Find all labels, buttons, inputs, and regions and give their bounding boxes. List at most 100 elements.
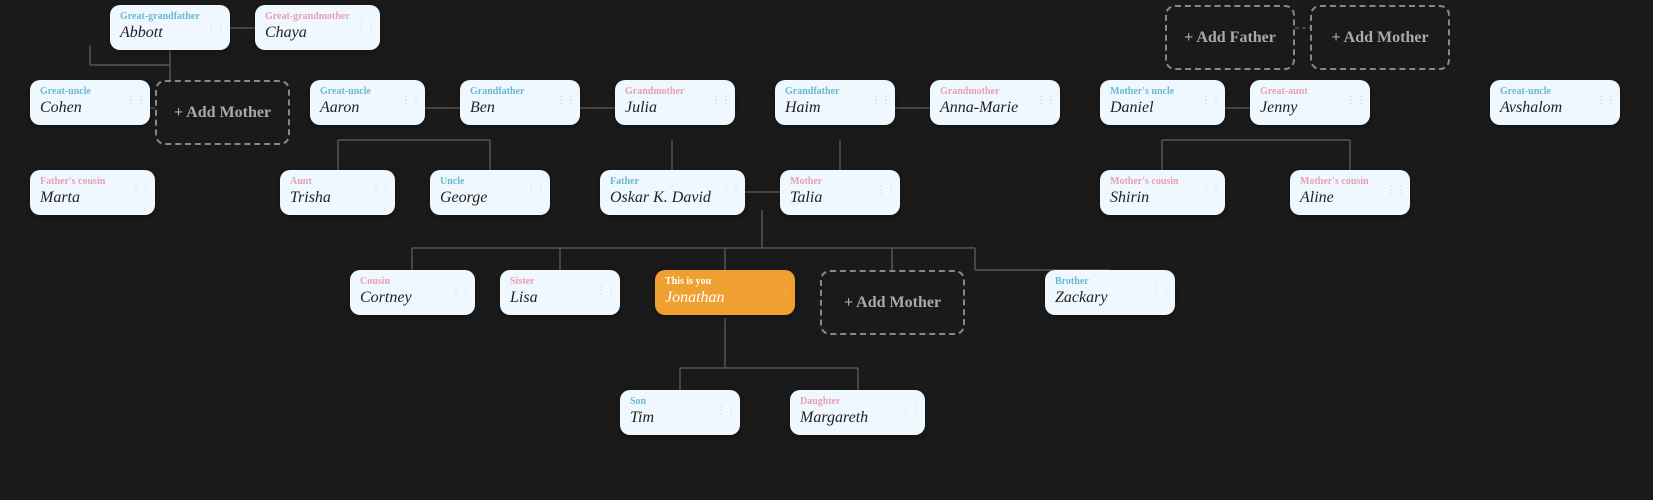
drag-handle-icon[interactable]: ⋮⋮ [1201, 94, 1221, 111]
drag-handle-icon[interactable]: ⋮⋮ [1346, 94, 1366, 111]
node-name: Jonathan [665, 289, 785, 307]
node-daniel[interactable]: Mother's uncleDaniel⋮⋮ [1100, 80, 1225, 125]
drag-handle-icon[interactable]: ⋮⋮ [451, 284, 471, 301]
node-julia[interactable]: Grandmother Julia⋮⋮ [615, 80, 735, 125]
drag-handle-icon[interactable]: ⋮⋮ [716, 404, 736, 421]
add-label: + Add Father [1184, 29, 1276, 47]
node-jenny[interactable]: Great-aunt Jenny⋮⋮ [1250, 80, 1370, 125]
node-role: Daughter [800, 396, 915, 407]
drag-handle-icon[interactable]: ⋮⋮ [126, 94, 146, 111]
node-role: Father [610, 176, 735, 187]
node-role: This is you [665, 276, 785, 287]
node-oskar[interactable]: Father Oskar K. David⋮⋮ [600, 170, 745, 215]
drag-handle-icon[interactable]: ⋮⋮ [1201, 184, 1221, 201]
drag-handle-icon[interactable]: ⋮⋮ [1386, 184, 1406, 201]
node-role: Cousin [360, 276, 465, 287]
node-role: Mother [790, 176, 890, 187]
node-role: Mother's cousin [1300, 176, 1400, 187]
node-name: Tim [630, 409, 730, 427]
drag-handle-icon[interactable]: ⋮⋮ [131, 184, 151, 201]
node-avshalom[interactable]: Great-uncle Avshalom⋮⋮ [1490, 80, 1620, 125]
drag-handle-icon[interactable]: ⋮⋮ [371, 184, 391, 201]
node-trisha[interactable]: AuntTrisha⋮⋮ [280, 170, 395, 215]
drag-handle-icon[interactable]: ⋮⋮ [771, 284, 791, 301]
node-jonathan[interactable]: This is you Jonathan⋮⋮ [655, 270, 795, 315]
node-margareth[interactable]: Daughter Margareth⋮⋮ [790, 390, 925, 435]
node-role: Great-grandfather [120, 11, 220, 22]
node-chaya[interactable]: Great-grandmother Chaya⋮⋮ [255, 5, 380, 50]
node-role: Grandmother [940, 86, 1050, 97]
node-lisa[interactable]: Sister Lisa⋮⋮ [500, 270, 620, 315]
node-anna-marie[interactable]: Grandmother Anna-Marie⋮⋮ [930, 80, 1060, 125]
drag-handle-icon[interactable]: ⋮⋮ [401, 94, 421, 111]
node-abbott[interactable]: Great-grandfather Abbott⋮⋮ [110, 5, 230, 50]
node-role: Sister [510, 276, 610, 287]
node-role: Grandfather [785, 86, 885, 97]
node-role: Brother [1055, 276, 1165, 287]
node-name: Cohen [40, 99, 140, 117]
drag-handle-icon[interactable]: ⋮⋮ [1151, 284, 1171, 301]
add-node-add-mother-3[interactable]: + Add Mother [820, 270, 965, 335]
node-name: Haim [785, 99, 885, 117]
drag-handle-icon[interactable]: ⋮⋮ [1596, 94, 1616, 111]
node-name: Lisa [510, 289, 610, 307]
node-name: Talia [790, 189, 890, 207]
node-zackary[interactable]: Brother Zackary⋮⋮ [1045, 270, 1175, 315]
node-name: Shirin [1110, 189, 1215, 207]
node-role: Mother's uncle [1110, 86, 1215, 97]
node-cortney[interactable]: Cousin Cortney⋮⋮ [350, 270, 475, 315]
add-node-add-mother-2[interactable]: + Add Mother [155, 80, 290, 145]
drag-handle-icon[interactable]: ⋮⋮ [356, 19, 376, 36]
drag-handle-icon[interactable]: ⋮⋮ [901, 404, 921, 421]
node-shirin[interactable]: Mother's cousin Shirin⋮⋮ [1100, 170, 1225, 215]
node-george[interactable]: Uncle George⋮⋮ [430, 170, 550, 215]
node-name: Aline [1300, 189, 1400, 207]
node-role: Grandfather [470, 86, 570, 97]
add-node-add-father-top[interactable]: + Add Father [1165, 5, 1295, 70]
node-name: Oskar K. David [610, 189, 735, 207]
node-role: Great-uncle [40, 86, 140, 97]
drag-handle-icon[interactable]: ⋮⋮ [1036, 94, 1056, 111]
node-aline[interactable]: Mother's cousin Aline⋮⋮ [1290, 170, 1410, 215]
node-cohen[interactable]: Great-uncle Cohen⋮⋮ [30, 80, 150, 125]
node-name: Julia [625, 99, 725, 117]
drag-handle-icon[interactable]: ⋮⋮ [206, 19, 226, 36]
node-ben[interactable]: Grandfather Ben⋮⋮ [460, 80, 580, 125]
node-role: Mother's cousin [1110, 176, 1215, 187]
drag-handle-icon[interactable]: ⋮⋮ [556, 94, 576, 111]
node-role: Great-uncle [1500, 86, 1610, 97]
node-name: George [440, 189, 540, 207]
node-talia[interactable]: Mother Talia⋮⋮ [780, 170, 900, 215]
node-name: Avshalom [1500, 99, 1610, 117]
node-name: Margareth [800, 409, 915, 427]
add-node-add-mother-top[interactable]: + Add Mother [1310, 5, 1450, 70]
node-role: Uncle [440, 176, 540, 187]
node-name: Abbott [120, 24, 220, 42]
node-role: Son [630, 396, 730, 407]
node-marta[interactable]: Father's cousin Marta⋮⋮ [30, 170, 155, 215]
drag-handle-icon[interactable]: ⋮⋮ [526, 184, 546, 201]
family-tree: Great-grandfatherAbbott⋮⋮Great-grandmoth… [0, 0, 1653, 500]
drag-handle-icon[interactable]: ⋮⋮ [596, 284, 616, 301]
node-role: Great-aunt [1260, 86, 1360, 97]
add-label: + Add Mother [1331, 29, 1428, 47]
drag-handle-icon[interactable]: ⋮⋮ [876, 184, 896, 201]
node-name: Anna-Marie [940, 99, 1050, 117]
node-name: Zackary [1055, 289, 1165, 307]
add-label: + Add Mother [174, 104, 271, 122]
node-name: Ben [470, 99, 570, 117]
add-label: + Add Mother [844, 294, 941, 312]
drag-handle-icon[interactable]: ⋮⋮ [871, 94, 891, 111]
node-tim[interactable]: Son Tim⋮⋮ [620, 390, 740, 435]
node-name: Jenny [1260, 99, 1360, 117]
node-name: Cortney [360, 289, 465, 307]
node-name: Chaya [265, 24, 370, 42]
drag-handle-icon[interactable]: ⋮⋮ [721, 184, 741, 201]
node-role: Grandmother [625, 86, 725, 97]
node-aaron[interactable]: Great-uncleAaron⋮⋮ [310, 80, 425, 125]
drag-handle-icon[interactable]: ⋮⋮ [711, 94, 731, 111]
node-name: Marta [40, 189, 145, 207]
node-haim[interactable]: Grandfather Haim⋮⋮ [775, 80, 895, 125]
node-role: Father's cousin [40, 176, 145, 187]
node-role: Great-grandmother [265, 11, 370, 22]
